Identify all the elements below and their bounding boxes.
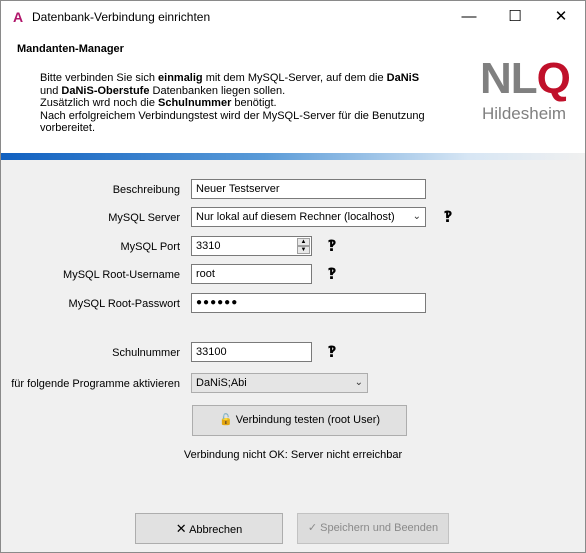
checkmark-icon: ✓ (307, 522, 318, 534)
chevron-down-icon: ⌄ (354, 377, 363, 388)
help-icon[interactable]: ‽ (439, 208, 457, 226)
nlq-logo: NLQ (480, 54, 571, 103)
schulnummer-label: Schulnummer (112, 347, 180, 359)
chevron-down-icon: ⌄ (412, 211, 421, 222)
unlock-icon: 🔓 (218, 414, 233, 426)
desc-text: und (40, 84, 62, 97)
server-select-value: Nur lokal auf diesem Rechner (localhost) (196, 211, 395, 223)
header-panel: Mandanten-Manager Bitte verbinden Sie si… (1, 32, 585, 153)
help-icon[interactable]: ‽ (323, 343, 341, 361)
server-label: MySQL Server (108, 212, 180, 224)
port-value: 3310 (196, 240, 221, 252)
desc-bold: DaNiS-Oberstufe (61, 84, 150, 97)
username-label: MySQL Root-Username (63, 269, 180, 281)
save-and-exit-label: Speichern und Beenden (320, 522, 439, 534)
cancel-button[interactable]: ✕ Abbrechen (135, 513, 283, 544)
desc-text: mit dem MySQL-Server, auf dem die (202, 72, 387, 84)
programme-label: für folgende Programme aktivieren (11, 378, 180, 390)
port-stepper[interactable]: 3310 ▲ ▼ (191, 236, 312, 256)
password-label: MySQL Root-Passwort (68, 298, 180, 310)
header-gradient-bar (1, 153, 585, 160)
desc-bold: einmalig (158, 72, 203, 84)
test-connection-label: Verbindung testen (root User) (235, 414, 381, 426)
desc-text: Zusätzlich wrd noch die (40, 97, 158, 109)
programme-select-value: DaNiS;Abi (196, 377, 247, 389)
maximize-icon[interactable]: ☐ (492, 1, 538, 32)
desc-text: Datenbanken liegen sollen. (149, 84, 286, 97)
close-icon: ✕ (175, 521, 187, 536)
beschreibung-field[interactable]: Neuer Testserver (191, 179, 426, 199)
server-select[interactable]: Nur lokal auf diesem Rechner (localhost)… (191, 207, 426, 227)
desc-text: Nach erfolgreichem Verbindungstest wird … (40, 109, 425, 135)
username-field[interactable]: root (191, 264, 312, 284)
cancel-label: Abbrechen (189, 524, 243, 536)
save-and-exit-button[interactable]: ✓ Speichern und Beenden (297, 513, 449, 544)
desc-text: Bitte verbinden Sie sich (40, 72, 159, 84)
logo-text-q: Q (536, 54, 571, 103)
app-logo-icon: A (12, 9, 24, 25)
help-icon[interactable]: ‽ (323, 237, 341, 255)
logo-text: NL (480, 54, 538, 103)
help-icon[interactable]: ‽ (323, 265, 341, 283)
spin-down-icon[interactable]: ▼ (297, 246, 310, 254)
password-field[interactable]: ●●●●●● (191, 293, 426, 313)
test-connection-button[interactable]: 🔓 Verbindung testen (root User) (192, 405, 407, 436)
programme-select[interactable]: DaNiS;Abi ⌄ (191, 373, 368, 393)
connection-status: Verbindung nicht OK: Server nicht erreic… (183, 449, 403, 461)
port-label: MySQL Port (120, 241, 181, 253)
dialog-window: A Datenbank-Verbindung einrichten — ☐ ✕ … (0, 0, 586, 553)
title-bar[interactable]: A Datenbank-Verbindung einrichten — ☐ ✕ (1, 1, 585, 32)
header-title: Mandanten-Manager (17, 43, 124, 55)
port-spinner[interactable]: ▲ ▼ (297, 238, 310, 254)
desc-bold: Schulnummer (158, 97, 232, 109)
logo-subtitle: Hildesheim (482, 104, 567, 123)
minimize-icon[interactable]: — (446, 1, 492, 32)
spin-up-icon[interactable]: ▲ (297, 238, 310, 246)
schulnummer-field[interactable]: 33100 (191, 342, 312, 362)
header-description: Bitte verbinden Sie sich einmalig mit de… (40, 72, 435, 135)
close-icon[interactable]: ✕ (538, 1, 584, 32)
window-title: Datenbank-Verbindung einrichten (32, 10, 211, 24)
desc-text: benötigt. (231, 97, 277, 109)
desc-bold: DaNiS (386, 72, 420, 84)
beschreibung-label: Beschreibung (112, 184, 180, 196)
